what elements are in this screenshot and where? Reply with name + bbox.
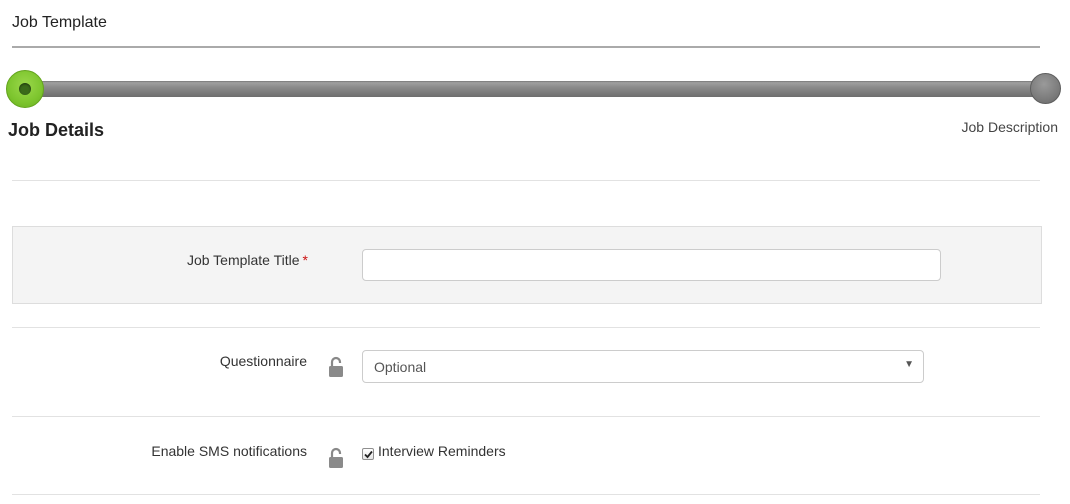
row-divider (12, 494, 1040, 495)
checkmark-icon (364, 450, 373, 459)
required-marker: * (302, 252, 308, 268)
page-title: Job Template (12, 14, 107, 31)
sms-notifications-label: Enable SMS notifications (151, 443, 307, 459)
unlocked-padlock-icon[interactable] (328, 356, 344, 378)
step-label-current: Job Details (8, 120, 105, 140)
interview-reminders-label[interactable]: Interview Reminders (378, 443, 506, 459)
chevron-down-icon: ▼ (904, 359, 914, 370)
step-indicator-active-center (19, 83, 31, 95)
section-divider (12, 180, 1040, 181)
job-template-title-input[interactable] (362, 249, 941, 281)
title-field-label-text: Job Template Title (186, 252, 300, 268)
title-divider (12, 46, 1040, 48)
questionnaire-selected-value: Optional (374, 359, 427, 375)
row-divider (12, 416, 1040, 417)
interview-reminders-checkbox[interactable] (362, 448, 374, 460)
unlocked-padlock-icon[interactable] (328, 447, 344, 469)
stepper-track (24, 81, 1046, 97)
questionnaire-label: Questionnaire (219, 353, 307, 369)
step-label-next[interactable]: Job Description (962, 119, 1059, 135)
questionnaire-select[interactable]: Optional ▼ (362, 350, 924, 383)
title-field-label: Job Template Title * (187, 252, 308, 268)
step-indicator-active[interactable] (6, 70, 44, 108)
row-divider (12, 327, 1040, 328)
step-indicator-next[interactable] (1030, 73, 1061, 104)
